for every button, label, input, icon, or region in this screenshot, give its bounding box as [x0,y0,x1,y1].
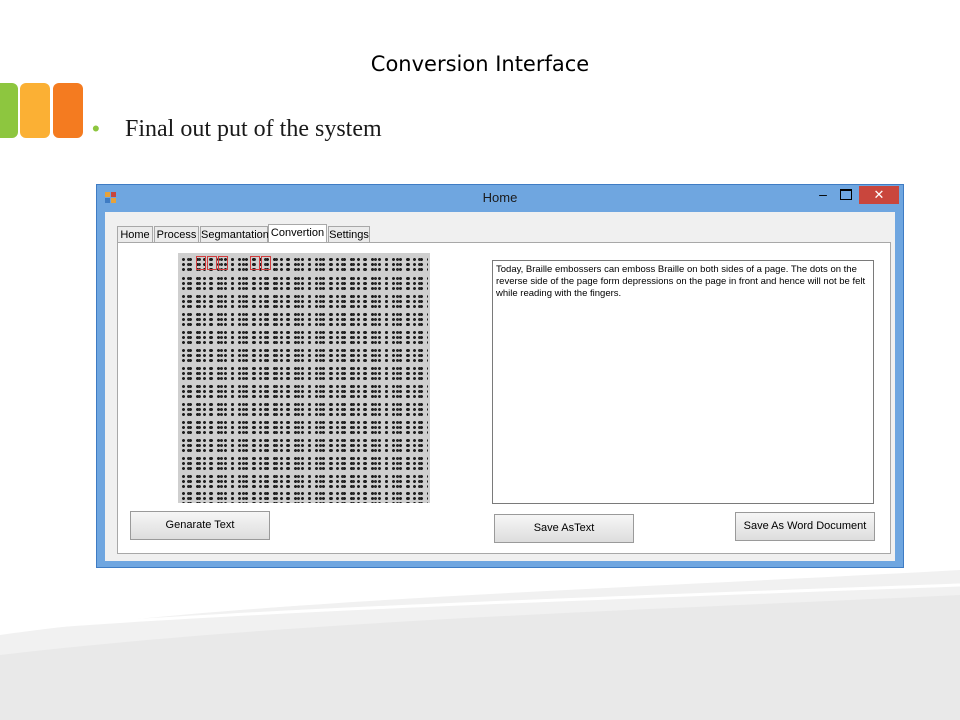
tab-settings[interactable]: Settings [328,226,370,243]
window-client-area: Home Process Segmantation Convertion Set… [105,212,895,561]
segment-box [250,256,260,270]
tab-home[interactable]: Home [117,226,153,243]
decorative-bar-green [0,83,18,138]
save-as-word-button[interactable]: Save As Word Document [735,512,875,541]
slide-title: Conversion Interface [370,52,590,76]
tab-segmantation[interactable]: Segmantation [200,226,269,243]
tab-process[interactable]: Process [154,226,199,243]
segment-box [196,256,206,270]
tab-convertion[interactable]: Convertion [268,224,327,244]
window-title: Home [482,190,518,205]
segment-box [207,256,217,270]
braille-image [178,253,430,503]
save-as-text-button[interactable]: Save AsText [494,514,634,543]
close-icon[interactable]: ✕ [859,186,899,204]
minimize-icon[interactable]: – [813,187,833,205]
convertion-tab-page: Today, Braille embossers can emboss Brai… [117,242,891,554]
decorative-bar-yellow [20,83,50,138]
output-textbox[interactable]: Today, Braille embossers can emboss Brai… [492,260,874,504]
bullet-text: Final out put of the system [125,116,382,142]
bullet-icon: • [92,116,100,141]
app-window: Home – ✕ Home Process Segmantation Conve… [96,184,904,568]
title-bar[interactable]: Home – ✕ [97,185,903,212]
maximize-icon[interactable] [840,189,852,200]
segment-box [261,256,271,270]
generate-text-button[interactable]: Genarate Text [130,511,270,540]
decorative-bar-orange [53,83,83,138]
decorative-wave [0,570,960,720]
segment-box [218,256,228,270]
